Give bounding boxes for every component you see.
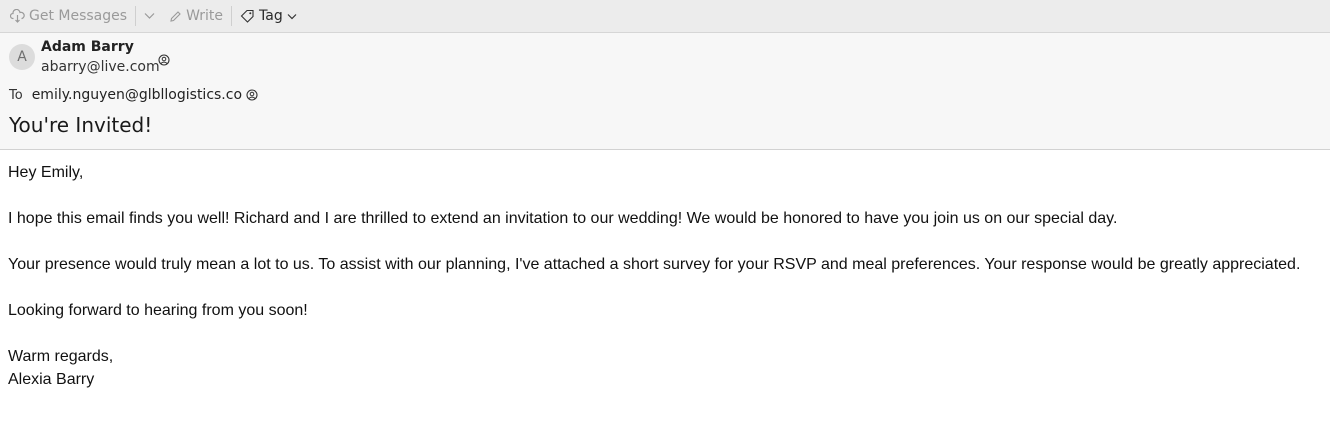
- recipient-email[interactable]: emily.nguyen@glbllogistics.co: [32, 87, 242, 103]
- pencil-icon: [169, 10, 182, 23]
- closing-text: Warm regards,: [8, 348, 114, 365]
- get-messages-button[interactable]: Get Messages: [6, 4, 131, 28]
- cloud-download-icon: [10, 9, 25, 23]
- chevron-down-icon: [287, 13, 297, 20]
- tag-button[interactable]: Tag: [236, 4, 301, 28]
- get-messages-dropdown-button[interactable]: [140, 4, 159, 28]
- greeting-text: Hey Emily,: [8, 164, 84, 181]
- write-button[interactable]: Write: [165, 4, 227, 28]
- to-label: To: [9, 87, 23, 103]
- tag-label: Tag: [259, 8, 283, 24]
- toolbar-separator: [231, 6, 233, 26]
- sender-name[interactable]: Adam Barry: [41, 39, 134, 55]
- message-header: A Adam Barry abarry@live.com To emily.ng…: [0, 33, 1330, 150]
- contact-icon[interactable]: [158, 51, 170, 70]
- sender-email[interactable]: abarry@live.com: [41, 59, 160, 75]
- body-paragraph: I hope this email finds you well! Richar…: [8, 210, 1118, 227]
- body-paragraph: Looking forward to hearing from you soon…: [8, 302, 308, 319]
- get-messages-label: Get Messages: [29, 8, 128, 24]
- message-body: Hey Emily, I hope this email finds you w…: [0, 150, 1330, 391]
- recipient-row: To emily.nguyen@glbllogistics.co: [9, 87, 258, 103]
- avatar: A: [9, 44, 35, 70]
- toolbar-separator: [135, 6, 137, 26]
- write-label: Write: [186, 8, 224, 24]
- tag-icon: [240, 9, 255, 23]
- message-subject: You're Invited!: [9, 113, 153, 137]
- chevron-down-icon: [144, 12, 155, 20]
- contact-icon[interactable]: [246, 89, 258, 101]
- mail-toolbar: Get Messages Write Tag: [0, 0, 1330, 33]
- body-paragraph: Your presence would truly mean a lot to …: [8, 256, 1301, 273]
- signature-text: Alexia Barry: [8, 371, 95, 388]
